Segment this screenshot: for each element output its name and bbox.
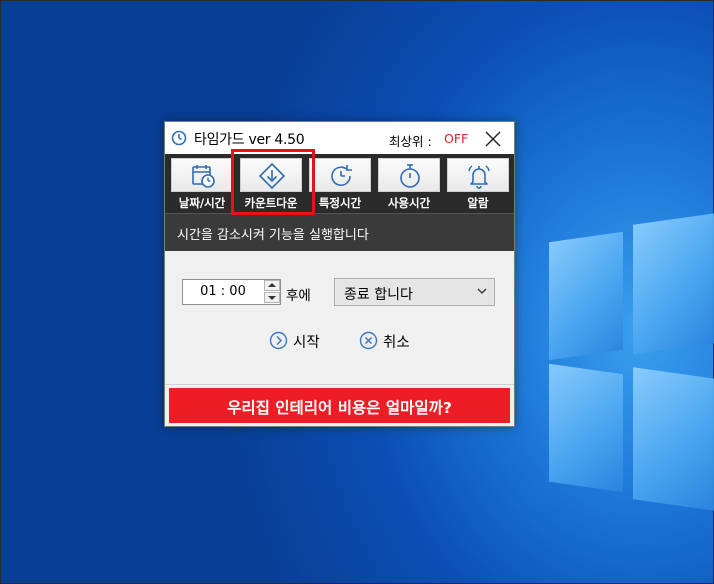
windows-logo-pane xyxy=(549,231,623,361)
tab-face xyxy=(171,158,233,192)
windows-logo-pane xyxy=(633,367,714,511)
ad-text: 우리집 인테리어 비용은 얼마일까? xyxy=(227,399,452,417)
bell-icon xyxy=(468,165,490,189)
calendar-clock-icon xyxy=(192,165,215,188)
tab-face xyxy=(240,158,302,192)
cancel-label: 취소 xyxy=(383,335,410,351)
tab-usage-time[interactable]: 사용시간 xyxy=(378,158,440,211)
tab-countdown[interactable]: 카운트다운 xyxy=(240,158,302,211)
tab-face xyxy=(309,158,371,192)
app-title: 타임가드 ver 4.50 xyxy=(194,132,305,148)
clock-icon xyxy=(171,130,187,146)
chevron-right-circle-icon xyxy=(269,331,288,350)
mode-description: 시간을 감소시켜 기능을 실행합니다 xyxy=(177,228,369,243)
tab-label: 카운트다운 xyxy=(244,196,298,210)
countdown-arrow-icon xyxy=(258,162,286,190)
arrow-up-icon xyxy=(268,283,276,287)
title-bar: 타임가드 ver 4.50 최상위 : OFF xyxy=(165,122,514,154)
refresh-clock-icon xyxy=(331,165,352,186)
tab-label: 사용시간 xyxy=(387,196,431,210)
cancel-button[interactable]: 취소 xyxy=(359,330,419,352)
tab-face xyxy=(378,158,440,192)
tab-specific-time[interactable]: 특정시간 xyxy=(309,158,371,211)
timeguard-window: 타임가드 ver 4.50 최상위 : OFF 날짜/시간 카운트다운 특정시간… xyxy=(164,121,515,427)
topmost-label: 최상위 : xyxy=(389,134,432,149)
spin-down-button[interactable] xyxy=(264,292,280,303)
tab-label: 특정시간 xyxy=(318,196,362,210)
close-icon[interactable] xyxy=(483,129,503,149)
tab-label: 날짜/시간 xyxy=(178,196,226,210)
stopwatch-icon xyxy=(400,164,420,188)
time-input[interactable]: 01 : 00 xyxy=(183,284,263,299)
after-label: 후에 xyxy=(286,288,311,304)
chevron-down-icon xyxy=(477,288,487,294)
windows-logo-pane xyxy=(633,213,714,355)
close-circle-icon xyxy=(359,331,378,350)
divider xyxy=(165,384,514,385)
description-bar: 시간을 감소시켜 기능을 실행합니다 xyxy=(165,213,514,251)
topmost-toggle[interactable]: OFF xyxy=(444,131,468,146)
tab-face xyxy=(447,158,509,192)
ad-banner[interactable]: 우리집 인테리어 비용은 얼마일까? xyxy=(169,388,510,423)
tab-date-time[interactable]: 날짜/시간 xyxy=(171,158,233,211)
tab-alarm[interactable]: 알람 xyxy=(447,158,509,211)
windows-logo-pane xyxy=(549,363,623,493)
start-button[interactable]: 시작 xyxy=(269,330,329,352)
mode-toolbar: 날짜/시간 카운트다운 특정시간 사용시간 알람 xyxy=(165,154,514,213)
arrow-down-icon xyxy=(268,296,276,300)
start-label: 시작 xyxy=(293,335,320,351)
action-dropdown[interactable]: 종료 합니다 xyxy=(334,278,495,306)
action-selected-value: 종료 합니다 xyxy=(344,287,413,303)
spin-up-button[interactable] xyxy=(264,280,280,291)
tab-label: 알람 xyxy=(467,196,489,210)
countdown-time-stepper[interactable]: 01 : 00 xyxy=(182,279,281,305)
